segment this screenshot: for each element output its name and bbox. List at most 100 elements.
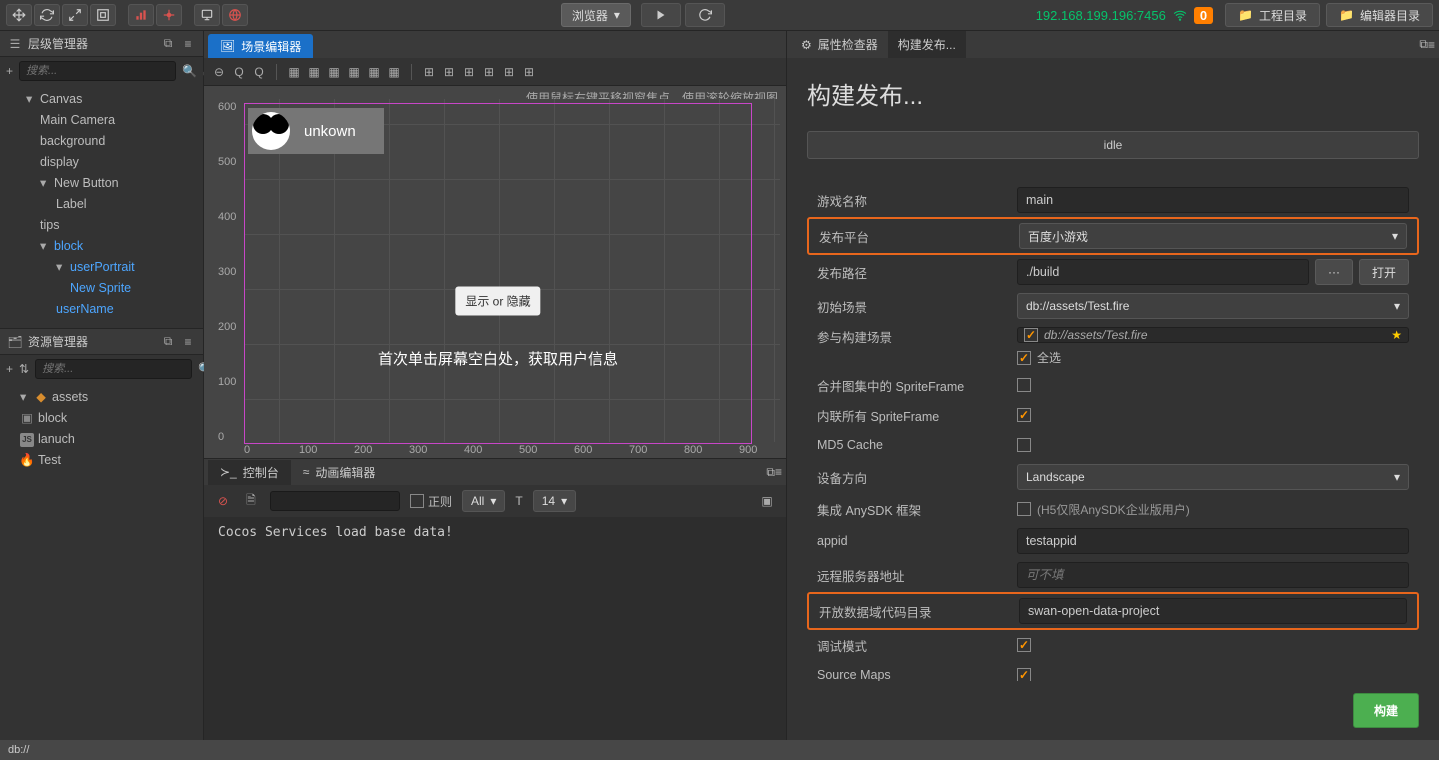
preview-target-dropdown[interactable]: 浏览器 ▾ [561, 3, 631, 27]
scale-tool[interactable] [62, 4, 88, 26]
rotate-tool[interactable] [34, 4, 60, 26]
font-size-select[interactable]: 14▾ [533, 490, 576, 512]
select-all-checkbox[interactable] [1017, 351, 1031, 365]
align-center-icon[interactable]: ▦ [305, 63, 323, 81]
align-bottom-icon[interactable]: ▦ [385, 63, 403, 81]
input-open-data[interactable] [1019, 598, 1407, 624]
terminal-icon: ≻_ [220, 465, 237, 479]
checkbox-debug[interactable] [1017, 638, 1031, 652]
tree-item-assets-root[interactable]: ▾◆assets [0, 387, 203, 408]
editor-dir-button[interactable]: 📁 编辑器目录 [1326, 3, 1433, 27]
distribute-icon[interactable]: ⊞ [500, 63, 518, 81]
scene-canvas[interactable]: 使用鼠标右键平移视窗焦点，使用滚轮缩放视图 600500400300200100… [204, 86, 786, 458]
tree-item-new-button[interactable]: ▾New Button [0, 173, 203, 194]
add-button[interactable]: + [6, 360, 13, 378]
input-build-path[interactable] [1017, 259, 1309, 285]
log-file-icon[interactable]: 🗎 [242, 492, 260, 510]
label-debug: 调试模式 [817, 636, 1007, 655]
tree-item-label[interactable]: Label [0, 194, 203, 215]
select-all-label[interactable]: 全选 [1017, 349, 1409, 366]
collapse-icon[interactable]: ▣ [758, 492, 776, 510]
tab-animation[interactable]: ≈ 动画编辑器 [291, 460, 388, 485]
tree-item-canvas[interactable]: ▾Canvas [0, 89, 203, 110]
align-top-icon[interactable]: ▦ [345, 63, 363, 81]
tree-item-display[interactable]: display [0, 152, 203, 173]
search-icon[interactable]: 🔍 [182, 62, 197, 80]
tab-scene-editor[interactable]: 🖼 场景编辑器 [208, 34, 313, 58]
sort-button[interactable]: ⇅ [19, 360, 29, 378]
align-left-icon[interactable]: ▦ [285, 63, 303, 81]
browse-button[interactable]: ··· [1315, 259, 1353, 285]
checkbox-inline-sf[interactable] [1017, 408, 1031, 422]
scene-checkbox[interactable] [1024, 328, 1038, 342]
move-tool[interactable] [6, 4, 32, 26]
select-platform[interactable]: 百度小游戏▾ [1019, 223, 1407, 249]
zoom-out-icon[interactable]: ⊖ [210, 63, 228, 81]
tree-item-block[interactable]: ▾block [0, 236, 203, 257]
open-button[interactable]: 打开 [1359, 259, 1409, 285]
distribute-icon[interactable]: ⊞ [480, 63, 498, 81]
checkbox-source-maps[interactable] [1017, 668, 1031, 681]
tab-inspector[interactable]: ⚙ 属性检查器 [791, 31, 888, 58]
menu-icon[interactable]: ≡ [181, 335, 195, 349]
tree-item-tips[interactable]: tips [0, 215, 203, 236]
regex-checkbox-label[interactable]: 正则 [410, 493, 452, 510]
reload-button[interactable] [685, 3, 725, 27]
menu-icon[interactable]: ≡ [181, 37, 195, 51]
tab-console[interactable]: ≻_ 控制台 [208, 460, 291, 485]
tree-item-main-camera[interactable]: Main Camera [0, 110, 203, 131]
tree-item-test[interactable]: 🔥Test [0, 450, 203, 471]
distribute-v-icon[interactable]: ⊞ [440, 63, 458, 81]
select-orientation[interactable]: Landscape▾ [1017, 464, 1409, 490]
regex-checkbox[interactable] [410, 494, 424, 508]
pivot-tool[interactable] [128, 4, 154, 26]
tree-item-new-sprite[interactable]: New Sprite [0, 278, 203, 299]
input-game-name[interactable] [1017, 187, 1409, 213]
rect-tool[interactable] [90, 4, 116, 26]
play-button[interactable] [641, 3, 681, 27]
build-button[interactable]: 构建 [1353, 693, 1419, 728]
popout-icon[interactable]: ⧉ [161, 37, 175, 51]
assets-search-input[interactable] [35, 359, 192, 379]
checkbox-merge-sf[interactable] [1017, 378, 1031, 392]
device-tool[interactable] [194, 4, 220, 26]
project-dir-button[interactable]: 📁 工程目录 [1225, 3, 1320, 27]
checkbox-anysdk[interactable] [1017, 502, 1031, 516]
select-init-scene[interactable]: db://assets/Test.fire▾ [1017, 293, 1409, 319]
checkbox-md5[interactable] [1017, 438, 1031, 452]
input-appid[interactable] [1017, 528, 1409, 554]
local-tool[interactable] [156, 4, 182, 26]
tree-item-user-name[interactable]: userName [0, 299, 203, 320]
tree-item-launch[interactable]: JSlanuch [0, 429, 203, 450]
tree-item-user-portrait[interactable]: ▾userPortrait [0, 257, 203, 278]
align-right-icon[interactable]: ▦ [325, 63, 343, 81]
console-filter-input[interactable] [270, 491, 400, 511]
scene-icon: 🖼 [220, 39, 235, 53]
zoom-in-icon[interactable]: Q [250, 63, 268, 81]
align-mid-icon[interactable]: ▦ [365, 63, 383, 81]
chevron-down-icon: ▾ [1394, 470, 1400, 484]
scene-selection-box[interactable]: db://assets/Test.fire ★ [1017, 327, 1409, 343]
menu-icon[interactable]: ≡ [1428, 38, 1435, 52]
popout-icon[interactable]: ⧉ [161, 335, 175, 349]
tree-item-background[interactable]: background [0, 131, 203, 152]
tab-build[interactable]: 构建发布... [888, 31, 966, 58]
popout-icon[interactable]: ⧉ [766, 465, 775, 480]
user-card[interactable]: unkown [248, 108, 384, 154]
globe-tool[interactable] [222, 4, 248, 26]
show-hide-button[interactable]: 显示 or 隐藏 [455, 286, 540, 315]
popout-icon[interactable]: ⧉ [1419, 37, 1428, 52]
log-level-select[interactable]: All▾ [462, 490, 505, 512]
input-remote[interactable] [1017, 562, 1409, 588]
menu-icon[interactable]: ≡ [775, 465, 782, 479]
canvas-frame[interactable]: unkown 显示 or 隐藏 首次单击屏幕空白处，获取用户信息 [244, 103, 752, 444]
clear-icon[interactable]: ⊘ [214, 492, 232, 510]
zoom-reset-icon[interactable]: Q [230, 63, 248, 81]
hierarchy-search-input[interactable] [19, 61, 176, 81]
distribute-h-icon[interactable]: ⊞ [420, 63, 438, 81]
add-button[interactable]: + [6, 62, 13, 80]
star-icon[interactable]: ★ [1391, 328, 1402, 342]
distribute-icon[interactable]: ⊞ [520, 63, 538, 81]
tree-item-block-prefab[interactable]: ▣block [0, 408, 203, 429]
distribute-icon[interactable]: ⊞ [460, 63, 478, 81]
